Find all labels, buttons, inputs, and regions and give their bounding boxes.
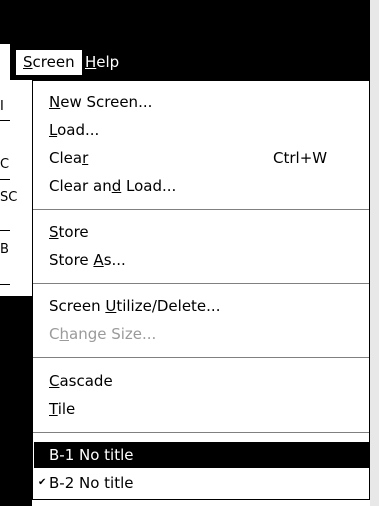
menu-bar: Screen Help xyxy=(10,44,370,80)
menu-item-clear[interactable]: Clear Ctrl+W xyxy=(49,145,349,171)
divider xyxy=(0,230,10,231)
background-text: B xyxy=(0,242,9,257)
background-text: I xyxy=(0,99,4,114)
menu-help[interactable]: Help xyxy=(78,50,126,75)
divider xyxy=(0,284,10,285)
background-text: C xyxy=(0,157,10,172)
menu-item-cascade[interactable]: Cascade xyxy=(49,368,349,394)
window-item-b1[interactable]: B-1 No title xyxy=(49,442,349,468)
menu-item-screen-utilize-delete[interactable]: Screen Utilize/Delete... xyxy=(49,293,349,319)
menu-screen[interactable]: Screen xyxy=(16,50,82,75)
window-item-b2[interactable]: B-2 No title xyxy=(49,470,349,496)
menu-item-change-size: Change Size... xyxy=(49,325,157,343)
menu-separator xyxy=(33,209,369,210)
background-text: SC xyxy=(0,190,18,205)
menu-separator xyxy=(33,432,369,433)
divider xyxy=(0,120,10,121)
menu-item-new-screen[interactable]: New Screen... xyxy=(49,89,349,115)
menu-item-tile[interactable]: Tile xyxy=(49,396,349,422)
divider xyxy=(0,179,10,180)
menu-right-border xyxy=(369,80,370,500)
checkmark-icon: ✔ xyxy=(38,477,47,488)
screen-menu-dropdown: New Screen... Load... Clear Ctrl+W Clear … xyxy=(32,80,370,500)
menu-item-store[interactable]: Store xyxy=(49,219,349,245)
menu-separator xyxy=(33,357,369,358)
window-edge xyxy=(370,0,379,506)
menu-item-clear-and-load[interactable]: Clear and Load... xyxy=(49,173,349,199)
menu-separator xyxy=(33,283,369,284)
background-window xyxy=(0,296,32,506)
shortcut-ctrl-w: Ctrl+W xyxy=(273,149,328,167)
title-bar xyxy=(0,0,370,44)
menu-item-store-as[interactable]: Store As... xyxy=(49,247,349,273)
menu-item-load[interactable]: Load... xyxy=(49,117,349,143)
